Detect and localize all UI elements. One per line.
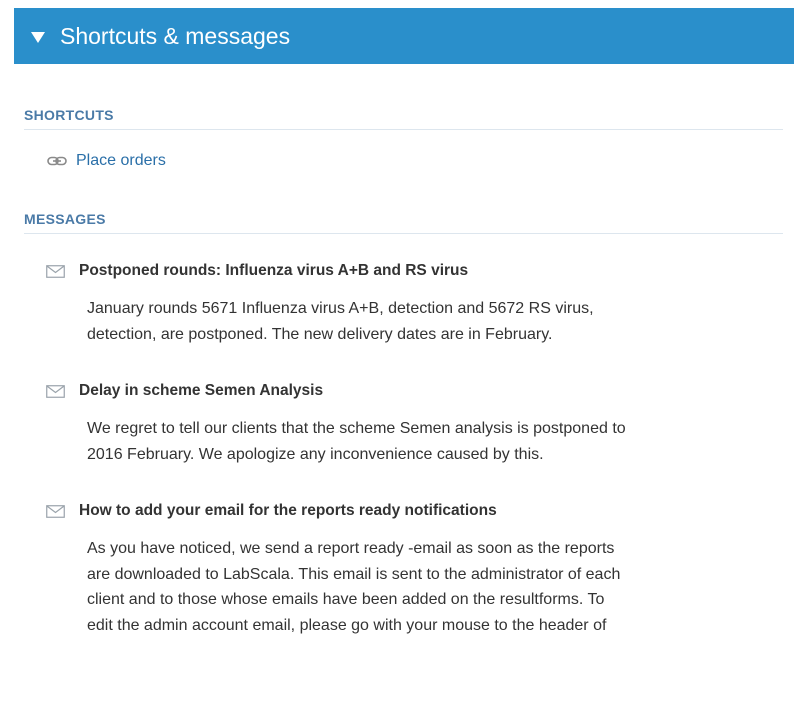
message-title-row[interactable]: Postponed rounds: Influenza virus A+B an… [46, 262, 783, 280]
message-title: Delay in scheme Semen Analysis [79, 382, 324, 399]
message-title: Postponed rounds: Influenza virus A+B an… [79, 262, 469, 279]
place-orders-link[interactable]: Place orders [76, 152, 166, 170]
message-title: How to add your email for the reports re… [79, 502, 497, 519]
message-title-row[interactable]: How to add your email for the reports re… [46, 502, 783, 520]
panel-body: SHORTCUTS Place orders MESSAGES Postpone… [14, 107, 794, 638]
shortcuts-heading: SHORTCUTS [24, 107, 783, 130]
message-line: January rounds 5671 Influenza virus A+B,… [87, 300, 594, 317]
message-item: How to add your email for the reports re… [24, 502, 783, 638]
shortcuts-messages-panel: Shortcuts & messages SHORTCUTS Place ord… [14, 8, 794, 726]
panel-title: Shortcuts & messages [60, 22, 291, 49]
message-line: detection, are postponed. The new delive… [87, 325, 553, 343]
message-item: Postponed rounds: Influenza virus A+B an… [24, 262, 783, 347]
envelope-icon [46, 264, 65, 278]
message-line: We regret to tell our clients that the s… [87, 420, 626, 437]
link-icon [47, 156, 67, 166]
message-line: client and to those whose emails have be… [87, 591, 605, 608]
message-body: January rounds 5671 Influenza virus A+B,… [87, 296, 787, 347]
panel-header-toggle[interactable]: Shortcuts & messages [14, 8, 794, 64]
message-line: 2016 February. We apologize any inconven… [87, 445, 544, 463]
caret-down-icon [31, 31, 45, 43]
message-title-row[interactable]: Delay in scheme Semen Analysis [46, 382, 783, 400]
shortcut-place-orders[interactable]: Place orders [47, 152, 783, 170]
envelope-icon [46, 384, 65, 398]
message-line: As you have noticed, we send a report re… [87, 540, 615, 557]
messages-heading: MESSAGES [24, 211, 783, 234]
message-item: Delay in scheme Semen Analysis We regret… [24, 382, 783, 467]
message-body: As you have noticed, we send a report re… [87, 536, 787, 638]
envelope-icon [46, 504, 65, 518]
message-line: are downloaded to LabScala. This email i… [87, 565, 621, 583]
message-line: edit the admin account email, please go … [87, 616, 607, 634]
message-body: We regret to tell our clients that the s… [87, 416, 787, 467]
